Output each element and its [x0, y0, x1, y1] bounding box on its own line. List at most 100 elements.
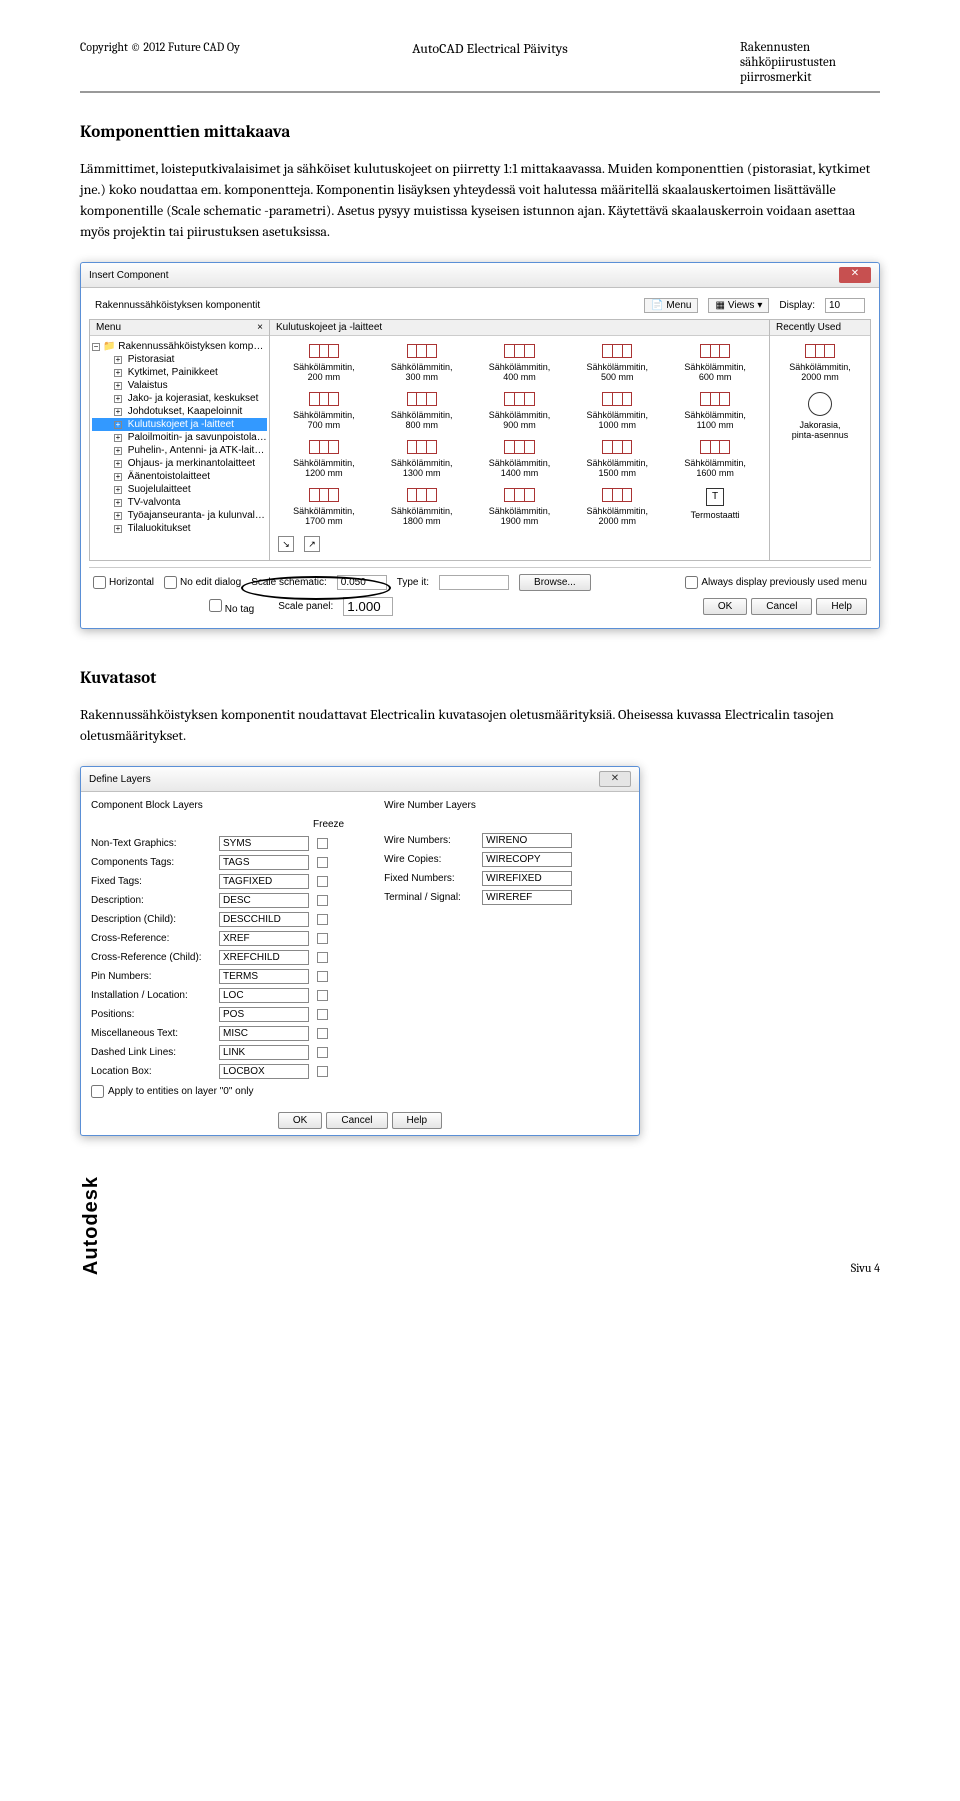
component-item[interactable]: Sähkölämmitin,1500 mm [571, 440, 663, 478]
layer-input[interactable] [219, 1007, 309, 1022]
no-tag-checkbox[interactable]: No tag [209, 599, 254, 615]
tree-item[interactable]: + Suojelulaitteet [92, 483, 267, 496]
layer-input[interactable] [219, 950, 309, 965]
tree-item[interactable]: + Äänentoistolaitteet [92, 470, 267, 483]
always-display-checkbox[interactable]: Always display previously used menu [685, 576, 867, 589]
component-item[interactable]: Sähkölämmitin,900 mm [474, 392, 566, 430]
ok-button[interactable]: OK [278, 1112, 322, 1129]
component-item[interactable]: Sähkölämmitin,1700 mm [278, 488, 370, 526]
layer-input[interactable] [219, 1026, 309, 1041]
layer-input[interactable] [219, 969, 309, 984]
layer-input[interactable] [219, 855, 309, 870]
wire-number-layers-head: Wire Number Layers [384, 800, 572, 811]
close-icon[interactable]: × [257, 322, 263, 333]
component-item[interactable]: Sähkölämmitin,1100 mm [669, 392, 761, 430]
freeze-checkbox[interactable] [317, 838, 328, 849]
recent-item[interactable]: Jakorasia,pinta-asennus [776, 392, 864, 440]
component-item[interactable]: TTermostaatti [669, 488, 761, 526]
freeze-checkbox[interactable] [317, 952, 328, 963]
tree-item[interactable]: + TV-valvonta [92, 496, 267, 509]
tree-item[interactable]: + Työajanseuranta- ja kulunvalvonta [92, 509, 267, 522]
close-icon[interactable]: ✕ [839, 267, 871, 283]
layer-row: Cross-Reference: [91, 931, 344, 946]
layer-input[interactable] [219, 893, 309, 908]
component-item[interactable]: Sähkölämmitin,500 mm [571, 344, 663, 382]
component-item[interactable]: Sähkölämmitin,1800 mm [376, 488, 468, 526]
freeze-checkbox[interactable] [317, 1047, 328, 1058]
layer-input[interactable] [482, 852, 572, 867]
freeze-checkbox[interactable] [317, 1009, 328, 1020]
layer-input[interactable] [219, 874, 309, 889]
freeze-checkbox[interactable] [317, 876, 328, 887]
component-item[interactable]: Sähkölämmitin,1400 mm [474, 440, 566, 478]
horizontal-checkbox[interactable]: Horizontal [93, 576, 154, 589]
tree-item[interactable]: + Tilaluokitukset [92, 522, 267, 535]
nav-icon[interactable]: ↗ [304, 536, 320, 552]
layer-input[interactable] [482, 890, 572, 905]
component-item[interactable]: Sähkölämmitin,800 mm [376, 392, 468, 430]
component-item[interactable]: Sähkölämmitin,1000 mm [571, 392, 663, 430]
layer-input[interactable] [219, 988, 309, 1003]
tree-root[interactable]: −📁 Rakennussähköistyksen komponentit [92, 340, 267, 353]
component-item[interactable]: Sähkölämmitin,1300 mm [376, 440, 468, 478]
browse-button[interactable]: Browse... [519, 574, 591, 591]
component-item[interactable]: Sähkölämmitin,2000 mm [571, 488, 663, 526]
freeze-checkbox[interactable] [317, 933, 328, 944]
layer-input[interactable] [219, 931, 309, 946]
component-item[interactable]: Sähkölämmitin,300 mm [376, 344, 468, 382]
freeze-checkbox[interactable] [317, 857, 328, 868]
freeze-checkbox[interactable] [317, 1066, 328, 1077]
component-item[interactable]: Sähkölämmitin,400 mm [474, 344, 566, 382]
tree-item[interactable]: + Kulutuskojeet ja -laitteet [92, 418, 267, 431]
views-icon: ▦ [715, 300, 724, 311]
layer-input[interactable] [482, 833, 572, 848]
tree-item[interactable]: + Pistorasiat [92, 353, 267, 366]
tree-item[interactable]: + Kytkimet, Painikkeet [92, 366, 267, 379]
help-button[interactable]: Help [392, 1112, 443, 1129]
layer-row: Location Box: [91, 1064, 344, 1079]
help-button[interactable]: Help [816, 598, 867, 615]
component-item[interactable]: Sähkölämmitin,1200 mm [278, 440, 370, 478]
section1-paragraph: Lämmittimet, loisteputkivalaisimet ja sä… [80, 158, 880, 242]
nav-icon[interactable]: ↘ [278, 536, 294, 552]
main-column-head: Kulutuskojeet ja -laitteet [276, 322, 382, 333]
freeze-checkbox[interactable] [317, 895, 328, 906]
component-item[interactable]: Sähkölämmitin,1900 mm [474, 488, 566, 526]
apply-layer0-checkbox[interactable]: Apply to entities on layer "0" only [91, 1085, 344, 1098]
tree-item[interactable]: + Jako- ja kojerasiat, keskukset [92, 392, 267, 405]
scale-panel-input[interactable] [343, 597, 393, 616]
component-item[interactable]: Sähkölämmitin,1600 mm [669, 440, 761, 478]
recent-item[interactable]: Sähkölämmitin,2000 mm [776, 344, 864, 382]
component-item[interactable]: Sähkölämmitin,200 mm [278, 344, 370, 382]
menu-icon: 📄 [651, 300, 663, 311]
chevron-down-icon: ▾ [757, 300, 762, 311]
recent-column-head: Recently Used [776, 322, 841, 333]
layer-input[interactable] [219, 836, 309, 851]
no-edit-dialog-checkbox[interactable]: No edit dialog [164, 576, 241, 589]
cancel-button[interactable]: Cancel [326, 1112, 387, 1129]
layer-input[interactable] [219, 1064, 309, 1079]
layer-input[interactable] [219, 1045, 309, 1060]
freeze-checkbox[interactable] [317, 971, 328, 982]
component-item[interactable]: Sähkölämmitin,600 mm [669, 344, 761, 382]
close-icon[interactable]: ✕ [599, 771, 631, 787]
type-it-input[interactable] [439, 575, 509, 590]
layer-row: Wire Copies: [384, 852, 572, 867]
freeze-checkbox[interactable] [317, 914, 328, 925]
tree-item[interactable]: + Ohjaus- ja merkinantolaitteet [92, 457, 267, 470]
tree-item[interactable]: + Paloilmoitin- ja savunpoistolaitteet [92, 431, 267, 444]
scale-panel-label: Scale panel: [278, 601, 333, 612]
ok-button[interactable]: OK [703, 598, 747, 615]
component-item[interactable]: Sähkölämmitin,700 mm [278, 392, 370, 430]
tree-item[interactable]: + Valaistus [92, 379, 267, 392]
cancel-button[interactable]: Cancel [751, 598, 812, 615]
menu-button[interactable]: 📄Menu [644, 298, 698, 313]
freeze-checkbox[interactable] [317, 1028, 328, 1039]
views-button[interactable]: ▦Views ▾ [708, 298, 769, 313]
display-input[interactable] [825, 298, 865, 313]
tree-item[interactable]: + Johdotukset, Kaapeloinnit [92, 405, 267, 418]
layer-input[interactable] [482, 871, 572, 886]
freeze-checkbox[interactable] [317, 990, 328, 1001]
tree-item[interactable]: + Puhelin-, Antenni- ja ATK-laitteet [92, 444, 267, 457]
layer-input[interactable] [219, 912, 309, 927]
